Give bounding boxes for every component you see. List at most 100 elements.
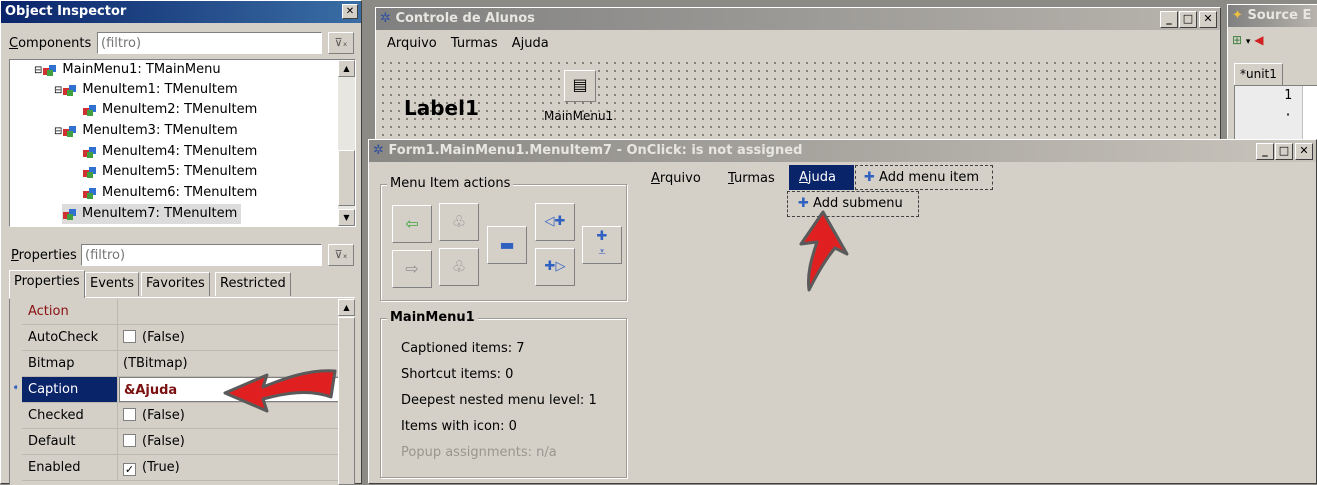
tab-properties[interactable]: Properties	[9, 270, 85, 298]
prop-name: Action	[22, 299, 118, 324]
prop-name: Enabled	[22, 455, 118, 480]
menuitem-icon	[62, 83, 78, 97]
menu-editor-minimize-button[interactable]: _	[1256, 143, 1274, 160]
back-arrow-icon[interactable]: ◀	[1254, 33, 1263, 47]
source-editor-titlebar[interactable]: ✦ Source E	[1228, 5, 1317, 27]
form-minimize-button[interactable]: _	[1160, 11, 1178, 28]
menuitem-icon	[82, 165, 98, 179]
arrow-left-icon: ⇦	[405, 214, 419, 233]
source-editor-text[interactable]: 1 ·	[1234, 85, 1317, 145]
menu-editor-maximize-button[interactable]: □	[1275, 143, 1293, 160]
components-filter-input[interactable]	[97, 32, 322, 54]
add-before-icon: ◁✚	[544, 214, 566, 229]
stat-shortcut-items: Shortcut items: 0	[401, 367, 514, 382]
prop-value[interactable]: ✓ (True)	[119, 455, 341, 480]
move-left-button[interactable]: ⇦	[392, 205, 432, 243]
line-number: ·	[1284, 108, 1292, 123]
insert-below-button[interactable]: ♧	[439, 248, 479, 286]
add-before-button[interactable]: ◁✚	[535, 203, 575, 241]
object-inspector-close-button[interactable]: ✕	[342, 4, 358, 19]
scroll-thumb[interactable]	[338, 150, 355, 206]
form-menu-arquivo[interactable]: Arquivo	[387, 36, 437, 51]
menu-item-actions-group: Menu Item actions ⇦ ⇨ ♧ ♧ ▬ ◁✚ ✚▷ ✚ ⩡	[380, 176, 627, 301]
checkbox-checked-icon[interactable]: ✓	[123, 463, 136, 476]
label1-component[interactable]: Label1	[404, 96, 479, 120]
add-submenu-down-button[interactable]: ✚ ⩡	[582, 226, 622, 264]
jump-list-icon[interactable]: ⊞	[1232, 33, 1242, 47]
checkbox-icon[interactable]	[123, 408, 136, 421]
mainmenu-component-icon[interactable]: ▤	[564, 70, 596, 102]
properties-filter-clear-button[interactable]: ⊽ₓ	[328, 244, 354, 266]
components-tree-scrollbar[interactable]: ▲ ▼	[338, 60, 355, 226]
delete-item-button[interactable]: ▬	[487, 226, 527, 264]
menuitem-icon	[82, 145, 98, 159]
add-menu-item-button[interactable]: ✚ Add menu item	[855, 165, 993, 190]
components-label: Components	[9, 36, 92, 51]
components-filter-clear-button[interactable]: ⊽ₓ	[328, 32, 354, 54]
checkbox-icon[interactable]	[123, 434, 136, 447]
menu-editor-titlebar[interactable]: ✲ Form1.MainMenu1.MenuItem7 - OnClick: i…	[369, 140, 1316, 162]
designer-menu-turmas[interactable]: Turmas	[728, 168, 775, 190]
source-editor-title: Source E	[1247, 8, 1312, 23]
form-close-button[interactable]: ✕	[1199, 11, 1217, 28]
form-maximize-button[interactable]: □	[1179, 11, 1197, 28]
form-menu-ajuda[interactable]: Ajuda	[512, 36, 549, 51]
source-editor-window: ✦ Source E ⊞ ▾ ◀ *unit1 1 ·	[1227, 4, 1317, 145]
tab-favorites[interactable]: Favorites	[141, 272, 210, 296]
properties-filter-input[interactable]	[81, 244, 322, 266]
add-submenu-icon: ✚ ⩡	[596, 229, 608, 260]
app-icon: ✲	[380, 11, 391, 26]
arrow-right-icon: ⇨	[405, 259, 419, 278]
tab-events[interactable]: Events	[85, 272, 140, 296]
scroll-up-icon[interactable]: ▲	[338, 60, 355, 77]
tree-item-mainmenu1[interactable]: ⊟ MainMenu1: TMainMenu	[34, 60, 221, 80]
prop-row-action[interactable]: Action	[22, 299, 342, 325]
menuitem-icon	[62, 124, 78, 138]
object-inspector-title: Object Inspector	[5, 4, 127, 19]
menuitem-icon	[62, 207, 78, 221]
object-inspector-titlebar[interactable]: Object Inspector	[1, 1, 361, 23]
menu-item-actions-title: Menu Item actions	[387, 176, 514, 191]
dropdown-icon[interactable]: ▾	[1246, 37, 1251, 47]
add-after-button[interactable]: ✚▷	[535, 248, 575, 286]
form-menubar: Arquivo Turmas Ajuda	[376, 32, 1220, 56]
components-tree[interactable]: ⊟ MainMenu1: TMainMenu ⊟ MenuItem1: TMenuI…	[9, 59, 356, 227]
tree-item-menuitem4[interactable]: MenuItem4: TMenuItem	[82, 142, 257, 162]
tree-item-menuitem1[interactable]: ⊟ MenuItem1: TMenuItem	[54, 80, 238, 100]
prop-value[interactable]: (False)	[119, 429, 341, 454]
menu-component-icon	[42, 63, 58, 77]
move-right-button[interactable]: ⇨	[392, 250, 432, 288]
mainmenu-stats-group: MainMenu1 Captioned items: 7 Shortcut it…	[380, 310, 627, 478]
checkbox-icon[interactable]	[123, 330, 136, 343]
source-editor-tab[interactable]: *unit1	[1234, 63, 1283, 85]
form-design-surface[interactable]: Label1 ▤ MainMenu1	[376, 56, 1220, 146]
form-titlebar[interactable]: ✲ Controle de Alunos	[376, 8, 1220, 30]
source-editor-toolbar: ⊞ ▾ ◀	[1232, 33, 1316, 55]
app-icon: ✲	[373, 143, 384, 158]
scroll-down-icon[interactable]: ▼	[338, 209, 355, 226]
prop-row-autocheck[interactable]: AutoCheck (False)	[22, 325, 342, 351]
stat-popup-assignments: Popup assignments: n/a	[401, 445, 557, 460]
prop-name: AutoCheck	[22, 325, 118, 350]
insert-above-button[interactable]: ♧	[439, 203, 479, 241]
form-menu-turmas[interactable]: Turmas	[451, 36, 498, 51]
tree-item-menuitem5[interactable]: MenuItem5: TMenuItem	[82, 162, 257, 182]
add-icon: ♧	[451, 212, 467, 231]
form-title: Controle de Alunos	[395, 11, 535, 26]
prop-value[interactable]: (False)	[119, 325, 341, 350]
current-row-indicator-icon: ➧	[12, 383, 20, 393]
scroll-up-icon[interactable]: ▲	[338, 299, 355, 316]
tab-restricted[interactable]: Restricted	[215, 272, 291, 296]
tree-collapse-icon: ⊟	[54, 85, 63, 96]
prop-value[interactable]	[119, 299, 341, 324]
tree-item-menuitem7-selected[interactable]: MenuItem7: TMenuItem	[62, 204, 242, 224]
designer-menu-arquivo[interactable]: Arquivo	[651, 168, 701, 190]
menu-editor-close-button[interactable]: ✕	[1295, 143, 1313, 160]
tree-item-menuitem3[interactable]: ⊟ MenuItem3: TMenuItem	[54, 121, 238, 141]
prop-row-enabled[interactable]: Enabled ✓ (True)	[22, 455, 342, 481]
prop-row-default[interactable]: Default (False)	[22, 429, 342, 455]
form-designer-window: ✲ Controle de Alunos _ □ ✕ Arquivo Turma…	[375, 7, 1221, 147]
tree-item-menuitem2[interactable]: MenuItem2: TMenuItem	[82, 100, 257, 120]
designer-menu-ajuda-selected[interactable]: Ajuda	[789, 165, 854, 190]
tree-item-menuitem6[interactable]: MenuItem6: TMenuItem	[82, 183, 257, 203]
